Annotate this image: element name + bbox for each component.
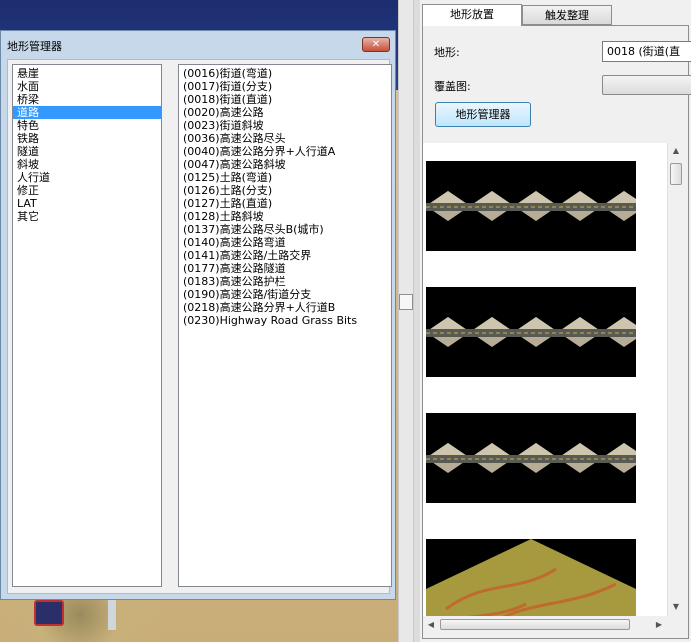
terrain-item-list[interactable]: (0016)街道(弯道) (0017)街道(分支) (0018)街道(直道) (002…	[178, 64, 392, 587]
category-item[interactable]: 隧道	[13, 145, 161, 158]
scroll-down-icon[interactable]: ▼	[668, 599, 684, 615]
map-structure-icon	[108, 600, 116, 630]
terrain-item[interactable]: (0017)街道(分支)	[179, 80, 391, 93]
scroll-up-icon[interactable]: ▲	[668, 143, 684, 159]
preview-vertical-scrollbar[interactable]: ▲ ▼	[667, 143, 684, 616]
grass-tile-icon[interactable]	[426, 539, 636, 616]
scroll-left-icon[interactable]: ◀	[423, 616, 439, 633]
tab-terrain-placement[interactable]: 地形放置	[422, 4, 522, 26]
right-panel: 地形放置 触发整理 地形: 0018 (街道(直 覆盖图: 地形管理器 ▲ ▼ …	[420, 0, 691, 642]
terrain-item[interactable]: (0036)高速公路尽头	[179, 132, 391, 145]
scroll-right-icon[interactable]: ▶	[651, 616, 667, 633]
terrain-item[interactable]: (0230)Highway Road Grass Bits	[179, 314, 391, 327]
category-item[interactable]: 桥梁	[13, 93, 161, 106]
tile-preview-area[interactable]	[423, 143, 667, 616]
category-item[interactable]: 水面	[13, 80, 161, 93]
close-button[interactable]: ✕	[362, 37, 390, 52]
terrain-item[interactable]: (0040)高速公路分界+人行道A	[179, 145, 391, 158]
terrain-item[interactable]: (0141)高速公路/土路交界	[179, 249, 391, 262]
category-item[interactable]: LAT	[13, 197, 161, 210]
panel-splitter[interactable]	[398, 0, 414, 642]
terrain-item[interactable]: (0177)高速公路隧道	[179, 262, 391, 275]
category-item[interactable]: 斜坡	[13, 158, 161, 171]
dialog-body: 悬崖 水面 桥梁 道路 特色 铁路 隧道 斜坡 人行道 修正 LAT 其它 (0016)街道(弯道)(…	[7, 59, 392, 594]
terrain-item[interactable]: (0125)土路(弯道)	[179, 171, 391, 184]
dialog-title: 地形管理器	[7, 40, 62, 53]
category-item[interactable]: 道路	[13, 106, 161, 119]
terrain-item[interactable]: (0190)高速公路/街道分支	[179, 288, 391, 301]
scroll-thumb-horizontal[interactable]	[440, 619, 630, 630]
category-item[interactable]: 修正	[13, 184, 161, 197]
splitter-grip[interactable]	[399, 294, 413, 310]
terrain-item[interactable]: (0137)高速公路尽头B(城市)	[179, 223, 391, 236]
map-unit-icon[interactable]	[34, 600, 64, 626]
overlay-select[interactable]	[602, 75, 691, 95]
road-tile-icon[interactable]	[426, 287, 636, 377]
category-item[interactable]: 人行道	[13, 171, 161, 184]
tab-trigger-organize[interactable]: 触发整理	[522, 5, 612, 25]
preview-horizontal-scrollbar[interactable]: ◀ ▶	[423, 616, 667, 633]
terrain-item[interactable]: (0126)土路(分支)	[179, 184, 391, 197]
road-tile-icon[interactable]	[426, 413, 636, 503]
terrain-item[interactable]: (0218)高速公路分界+人行道B	[179, 301, 391, 314]
terrain-manager-dialog: 地形管理器 ✕ 悬崖 水面 桥梁 道路 特色 铁路 隧道 斜坡 人行道 修正 LAT 其它 (0016…	[0, 30, 396, 600]
terrain-label: 地形:	[434, 46, 460, 59]
scroll-thumb[interactable]	[670, 163, 682, 185]
terrain-item[interactable]: (0047)高速公路斜坡	[179, 158, 391, 171]
category-list[interactable]: 悬崖 水面 桥梁 道路 特色 铁路 隧道 斜坡 人行道 修正 LAT 其它	[12, 64, 162, 587]
terrain-item[interactable]: (0016)街道(弯道)	[179, 67, 391, 80]
terrain-item[interactable]: (0023)街道斜坡	[179, 119, 391, 132]
category-item[interactable]: 悬崖	[13, 67, 161, 80]
terrain-select[interactable]: 0018 (街道(直	[602, 41, 691, 62]
terrain-item[interactable]: (0127)土路(直道)	[179, 197, 391, 210]
overlay-label: 覆盖图:	[434, 80, 471, 93]
terrain-item[interactable]: (0020)高速公路	[179, 106, 391, 119]
terrain-item[interactable]: (0128)土路斜坡	[179, 210, 391, 223]
category-item[interactable]: 铁路	[13, 132, 161, 145]
category-item[interactable]: 其它	[13, 210, 161, 223]
terrain-item[interactable]: (0018)街道(直道)	[179, 93, 391, 106]
terrain-item[interactable]: (0183)高速公路护栏	[179, 275, 391, 288]
terrain-manager-button[interactable]: 地形管理器	[435, 102, 531, 127]
category-item[interactable]: 特色	[13, 119, 161, 132]
close-icon: ✕	[371, 39, 381, 50]
road-tile-icon[interactable]	[426, 161, 636, 251]
terrain-item[interactable]: (0140)高速公路弯道	[179, 236, 391, 249]
